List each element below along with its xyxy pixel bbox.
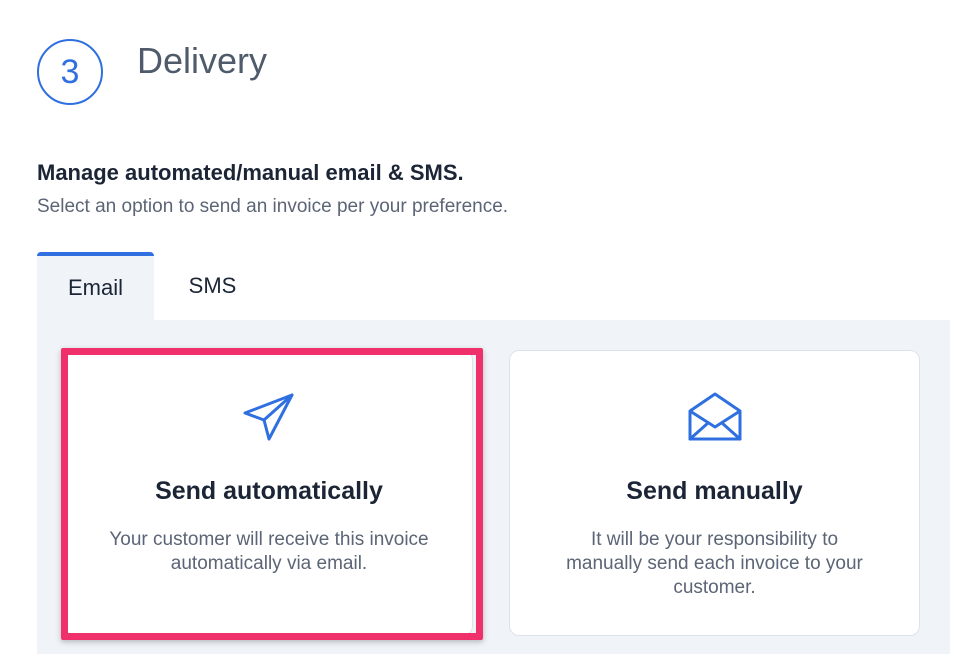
send-manually-card[interactable]: Send manually It will be your responsibi… (509, 350, 920, 636)
delivery-tabs: Email SMS (37, 252, 271, 320)
send-automatically-description: Your customer will receive this invoice … (109, 529, 429, 574)
paper-plane-icon (241, 389, 297, 445)
send-automatically-title: Send automatically (155, 477, 383, 505)
send-automatically-card[interactable]: Send automatically Your customer will re… (65, 350, 473, 636)
delivery-options-panel: Send automatically Your customer will re… (37, 320, 950, 654)
envelope-open-icon (687, 389, 743, 445)
send-manually-description: It will be your responsibility to manual… (566, 529, 863, 598)
tab-sms[interactable]: SMS (154, 252, 271, 320)
step-number-badge: 3 (37, 39, 103, 105)
step-title: Delivery (137, 40, 268, 81)
section-subtext: Select an option to send an invoice per … (37, 196, 509, 217)
tab-email[interactable]: Email (37, 252, 154, 320)
section-heading: Manage automated/manual email & SMS. (37, 160, 464, 185)
send-manually-title: Send manually (626, 477, 803, 505)
step-number: 3 (60, 52, 80, 91)
